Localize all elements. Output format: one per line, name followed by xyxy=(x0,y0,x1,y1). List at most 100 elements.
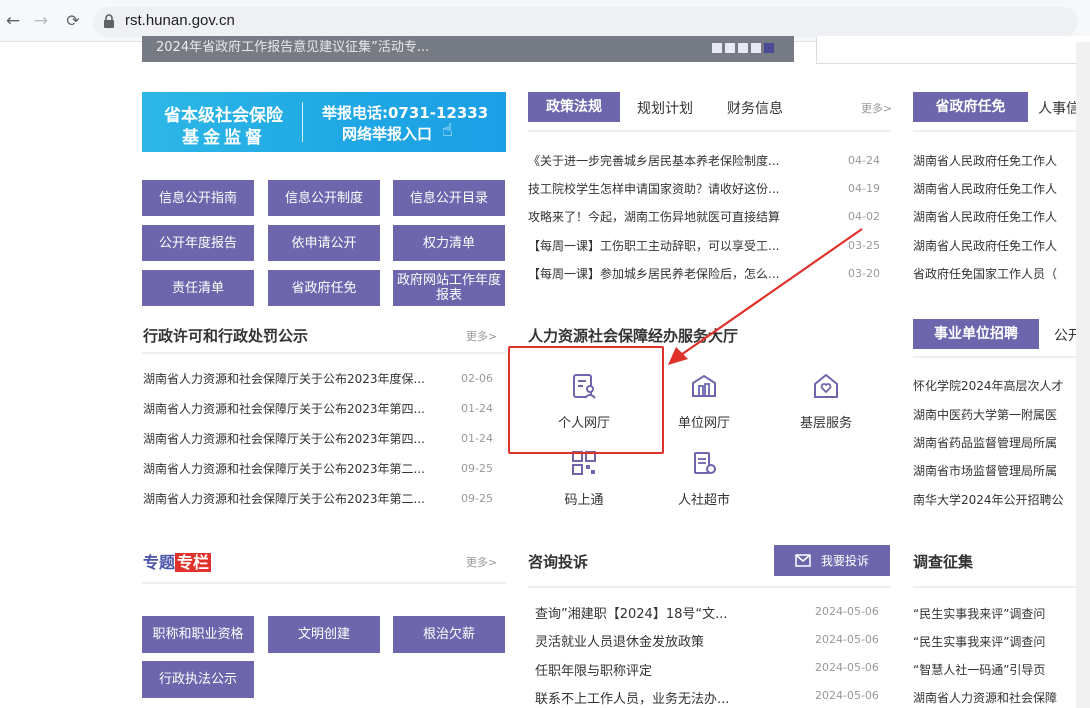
url-text[interactable]: rst.hunan.gov.cn xyxy=(125,12,235,29)
admin-item-date: 01-24 xyxy=(461,432,493,445)
admin-item[interactable]: 湖南省人力资源和社会保障厅关于公布2023年第四... xyxy=(143,400,455,417)
admin-item[interactable]: 湖南省人力资源和社会保障厅关于公布2023年第二... xyxy=(143,490,455,507)
ss-report-entry: 网络举报入口 xyxy=(342,125,433,143)
banner-text: 2024年省政府工作报告意见建议征集”活动专... xyxy=(156,40,430,55)
pager-dot-active[interactable] xyxy=(764,43,774,53)
special-title-part2: 专栏 xyxy=(175,553,212,572)
survey-title: 调查征集 xyxy=(913,553,974,571)
policy-item[interactable]: 技工院校学生怎样申请国家资助？请收好这份... xyxy=(528,180,818,197)
social-security-report-banner[interactable]: 省本级社会保险 基金监督 举报电话:0731-12333 网络举报入口 ☝ xyxy=(142,92,506,152)
recruit-item[interactable]: 湖南中医药大学第一附属医 xyxy=(913,406,1076,423)
policy-more-link[interactable]: 更多> xyxy=(861,100,892,116)
policy-item[interactable]: 攻略来了！今起，湖南工伤异地就医可直接结算 xyxy=(528,208,818,225)
info-btn-apply[interactable]: 依申请公开 xyxy=(268,225,380,261)
ss-hotline: 举报电话:0731-12333 xyxy=(322,104,489,122)
annotation-arrow xyxy=(668,228,863,365)
banner-pager[interactable] xyxy=(712,38,777,57)
service-grassroots[interactable]: 基层服务 xyxy=(766,372,886,431)
right-panel-box xyxy=(816,36,1090,64)
consult-item-date: 2024-05-06 xyxy=(815,661,879,674)
pager-dot[interactable] xyxy=(738,43,748,53)
divider xyxy=(913,586,1090,588)
survey-item[interactable]: “民生实事我来评”调查问 xyxy=(913,633,1076,650)
service-qr[interactable]: 码上通 xyxy=(524,449,644,508)
service-market[interactable]: 人社超市 xyxy=(644,449,764,508)
appoint-item[interactable]: 湖南省人民政府任免工作人 xyxy=(913,208,1076,225)
info-btn-appointment[interactable]: 省政府任免 xyxy=(268,270,380,306)
appoint-item[interactable]: 湖南省人民政府任免工作人 xyxy=(913,180,1076,197)
forward-icon[interactable]: → xyxy=(30,10,52,32)
admin-item-date: 01-24 xyxy=(461,402,493,415)
special-btn-wage[interactable]: 根治欠薪 xyxy=(393,616,505,653)
policy-item-date: 04-24 xyxy=(848,154,880,167)
tab-recruitment[interactable]: 事业单位招聘 xyxy=(913,319,1039,349)
tab-policy[interactable]: 政策法规 xyxy=(528,92,620,122)
service-qr-label: 码上通 xyxy=(564,493,604,508)
consult-item-date: 2024-05-06 xyxy=(815,689,879,702)
consult-title: 咨询投诉 xyxy=(528,553,589,571)
complain-button-label: 我要投诉 xyxy=(820,554,869,568)
info-btn-annual[interactable]: 公开年度报告 xyxy=(142,225,254,261)
appoint-item[interactable]: 湖南省人民政府任免工作人 xyxy=(913,152,1076,169)
info-btn-power[interactable]: 权力清单 xyxy=(393,225,505,261)
policy-item[interactable]: 《关于进一步完善城乡居民基本养老保险制度... xyxy=(528,152,818,169)
info-btn-report[interactable]: 政府网站工作年度报表 xyxy=(393,270,505,306)
tab-personnel[interactable]: 人事信 xyxy=(1038,98,1080,118)
tab-planning[interactable]: 规划计划 xyxy=(637,98,693,118)
divider xyxy=(142,352,506,354)
pager-dot[interactable] xyxy=(751,43,761,53)
scrollbar[interactable] xyxy=(1076,42,1090,708)
service-grassroots-label: 基层服务 xyxy=(799,416,852,431)
highlight-box xyxy=(508,346,664,454)
banner[interactable]: 2024年省政府工作报告意见建议征集”活动专... xyxy=(142,36,794,62)
special-more-link[interactable]: 更多> xyxy=(466,554,497,570)
divider xyxy=(913,356,1090,358)
pager-dot[interactable] xyxy=(725,43,735,53)
admin-item[interactable]: 湖南省人力资源和社会保障厅关于公布2023年第二... xyxy=(143,460,455,477)
survey-item[interactable]: 湖南省人力资源和社会保障 xyxy=(913,689,1076,706)
company-building-icon xyxy=(692,374,716,397)
house-heart-icon xyxy=(814,373,838,398)
recruit-item[interactable]: 湖南省市场监督管理局所属 xyxy=(913,462,1076,479)
survey-item[interactable]: “智慧人社一码通”引导页 xyxy=(913,661,1076,678)
info-btn-guide[interactable]: 信息公开指南 xyxy=(142,180,254,216)
tab-finance[interactable]: 财务信息 xyxy=(727,98,783,118)
special-btn-civilization[interactable]: 文明创建 xyxy=(268,616,380,653)
admin-more-link[interactable]: 更多> xyxy=(466,328,497,344)
back-icon[interactable]: ← xyxy=(2,10,24,32)
pager-dot[interactable] xyxy=(712,43,722,53)
special-title-part1: 专题 xyxy=(143,553,176,572)
special-btn-enforcement[interactable]: 行政执法公示 xyxy=(142,661,254,698)
info-btn-responsibility[interactable]: 责任清单 xyxy=(142,270,254,306)
admin-item-date: 02-06 xyxy=(461,372,493,385)
recruit-item[interactable]: 南华大学2024年公开招聘公 xyxy=(913,491,1076,508)
appoint-item[interactable]: 湖南省人民政府任免工作人 xyxy=(913,237,1076,254)
recruit-item[interactable]: 怀化学院2024年高层次人才 xyxy=(913,377,1076,394)
admin-item[interactable]: 湖南省人力资源和社会保障厅关于公布2023年第四... xyxy=(143,430,455,447)
complain-button[interactable]: 我要投诉 xyxy=(774,545,890,576)
divider xyxy=(913,130,1090,132)
admin-section-title: 行政许可和行政处罚公示 xyxy=(143,327,309,345)
admin-item[interactable]: 湖南省人力资源和社会保障厅关于公布2023年度保... xyxy=(143,370,455,387)
reload-icon[interactable]: ⟳ xyxy=(62,10,84,32)
consult-item[interactable]: 联系不上工作人员，业务无法办... xyxy=(535,688,775,707)
recruit-item[interactable]: 湖南省药品监督管理局所属 xyxy=(913,434,1076,451)
admin-item-date: 09-25 xyxy=(461,492,493,505)
mail-edit-icon xyxy=(795,553,811,567)
appoint-item[interactable]: 省政府任免国家工作人员（ xyxy=(913,265,1076,282)
consult-item[interactable]: 灵活就业人员退休金发放政策 xyxy=(535,631,775,650)
supermarket-doc-icon xyxy=(694,452,716,474)
tab-appointment[interactable]: 省政府任免 xyxy=(913,92,1028,122)
consult-item[interactable]: 任职年限与职称评定 xyxy=(535,660,775,679)
address-bar[interactable] xyxy=(93,7,1078,37)
divider xyxy=(142,582,506,584)
info-btn-system[interactable]: 信息公开制度 xyxy=(268,180,380,216)
consult-item[interactable]: 查询”湘建职【2024】18号“文... xyxy=(535,603,775,622)
special-btn-title[interactable]: 职称和职业资格 xyxy=(142,616,254,653)
info-btn-catalog[interactable]: 信息公开目录 xyxy=(393,180,505,216)
service-market-label: 人社超市 xyxy=(677,493,730,508)
ss-divider xyxy=(302,102,303,142)
survey-item[interactable]: “民生实事我来评”调查问 xyxy=(913,605,1076,622)
policy-item-date: 04-19 xyxy=(848,182,880,195)
special-title: 专题 专栏 xyxy=(143,549,212,573)
